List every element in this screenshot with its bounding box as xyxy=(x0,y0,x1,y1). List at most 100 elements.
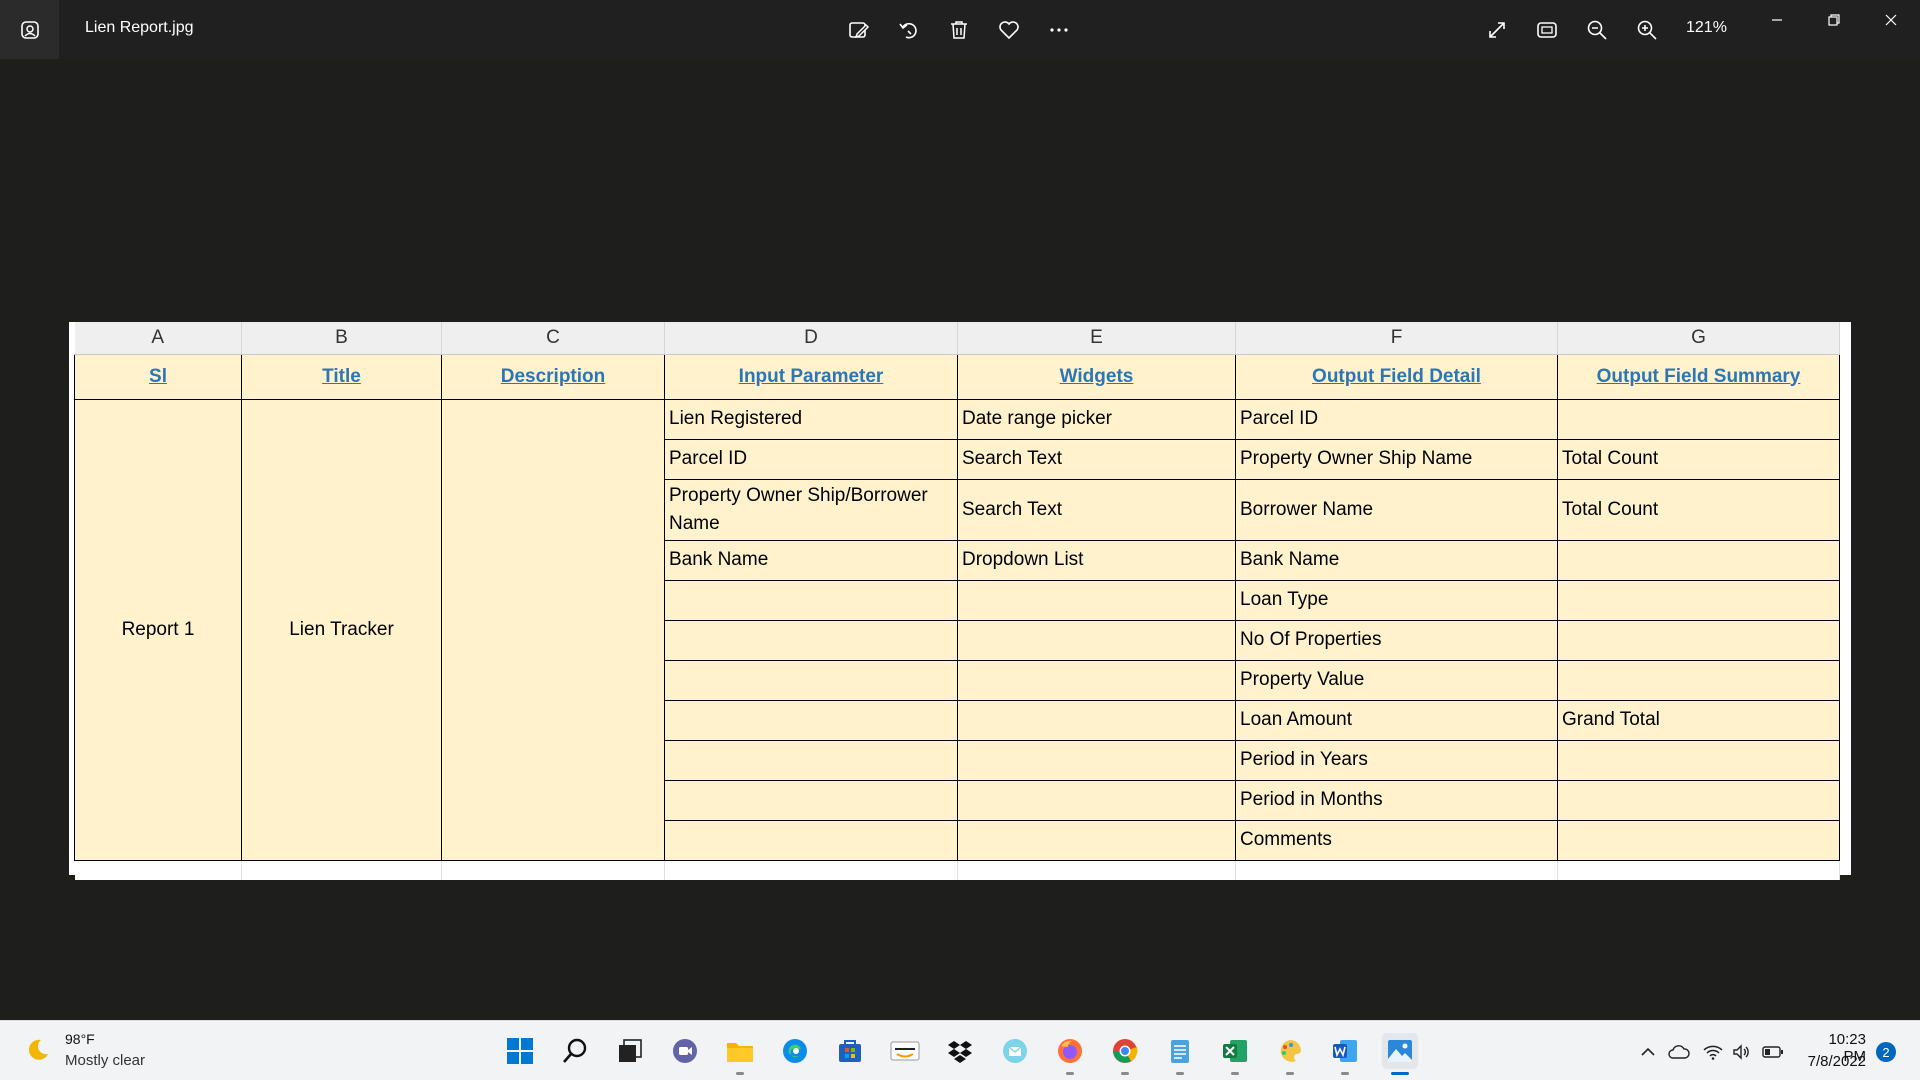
output-cell: Borrower Name xyxy=(1235,478,1558,541)
widget-cell xyxy=(957,819,1236,861)
chevron-up-icon xyxy=(1641,1047,1655,1056)
fit-window-button[interactable] xyxy=(1531,14,1563,46)
widget-cell xyxy=(957,699,1236,741)
running-indicator xyxy=(736,1072,744,1075)
volume-button[interactable] xyxy=(1731,1041,1753,1063)
running-indicator xyxy=(1391,1072,1409,1075)
notepad-button[interactable] xyxy=(1162,1033,1198,1075)
column-letter: E xyxy=(957,322,1236,355)
input-cell xyxy=(664,699,958,741)
zoom-out-button[interactable] xyxy=(1581,14,1613,46)
edge-icon xyxy=(783,1039,807,1063)
zoom-out-icon xyxy=(1587,20,1607,40)
task-view-button[interactable] xyxy=(612,1033,648,1069)
wifi-icon xyxy=(1703,1045,1723,1060)
running-indicator xyxy=(1286,1072,1294,1075)
column-letter: B xyxy=(241,322,442,355)
summary-cell xyxy=(1557,539,1840,581)
dropbox-icon xyxy=(948,1041,972,1063)
header-row: Sl Title Description Input Parameter Wid… xyxy=(74,353,1840,400)
battery-icon xyxy=(1762,1046,1783,1058)
summary-cell xyxy=(1557,779,1840,821)
widget-cell xyxy=(957,739,1236,781)
output-cell: Bank Name xyxy=(1235,539,1558,581)
search-button[interactable] xyxy=(557,1033,593,1069)
summary-cell xyxy=(1557,819,1840,861)
blank-row xyxy=(74,860,1840,880)
firefox-icon xyxy=(1058,1039,1082,1063)
input-cell xyxy=(664,659,958,701)
header-output-field-summary: Output Field Summary xyxy=(1557,353,1840,400)
excel-button[interactable] xyxy=(1217,1033,1253,1075)
running-indicator xyxy=(1231,1072,1239,1075)
moon-icon xyxy=(28,1039,48,1060)
photos-taskbar-icon xyxy=(1388,1040,1412,1062)
rotate-button[interactable] xyxy=(893,14,925,46)
battery-button[interactable] xyxy=(1762,1041,1784,1063)
notification-badge[interactable]: 2 xyxy=(1876,1042,1896,1062)
photos-icon xyxy=(20,20,39,39)
search-icon xyxy=(563,1038,587,1063)
clock-date: 7/8/2022 xyxy=(1807,1053,1866,1070)
photos-app-icon[interactable] xyxy=(0,0,59,59)
summary-cell xyxy=(1557,398,1840,440)
amazon-button[interactable] xyxy=(887,1033,923,1069)
close-button[interactable] xyxy=(1868,4,1914,36)
fullscreen-button[interactable] xyxy=(1481,14,1513,46)
volume-icon xyxy=(1733,1044,1749,1060)
more-button[interactable] xyxy=(1043,14,1075,46)
restore-button[interactable] xyxy=(1811,4,1857,36)
start-icon xyxy=(507,1038,533,1064)
output-cell: Period in Months xyxy=(1235,779,1558,821)
lien-report-table: A B C D E F G Sl Title Description Input… xyxy=(74,322,1840,880)
widget-cell xyxy=(957,579,1236,621)
amazon-icon xyxy=(890,1041,920,1061)
cloud-icon xyxy=(1668,1045,1690,1059)
table-row: Report 1 Lien Tracker Lien Registered Da… xyxy=(74,398,1840,861)
onedrive-button[interactable] xyxy=(1668,1041,1690,1063)
show-hidden-icons-button[interactable] xyxy=(1637,1041,1659,1063)
zoom-in-button[interactable] xyxy=(1631,14,1663,46)
delete-button[interactable] xyxy=(943,14,975,46)
input-cell xyxy=(664,619,958,661)
close-icon xyxy=(1885,14,1897,26)
file-explorer-button[interactable] xyxy=(722,1033,758,1075)
summary-cell: Total Count xyxy=(1557,438,1840,480)
store-button[interactable] xyxy=(832,1033,868,1069)
firefox-button[interactable] xyxy=(1052,1033,1088,1075)
widget-cell: Search Text xyxy=(957,478,1236,541)
chrome-button[interactable] xyxy=(1107,1033,1143,1075)
dropbox-button[interactable] xyxy=(942,1033,978,1069)
teams-chat-button[interactable] xyxy=(667,1033,703,1069)
fit-window-icon xyxy=(1537,22,1557,38)
description-cell xyxy=(441,398,665,861)
word-button[interactable] xyxy=(1327,1033,1363,1075)
delete-icon xyxy=(951,21,967,39)
photos-taskbar-button[interactable] xyxy=(1382,1033,1418,1075)
input-cell xyxy=(664,739,958,781)
favorite-button[interactable] xyxy=(993,14,1025,46)
edit-image-icon xyxy=(849,22,870,39)
excel-icon xyxy=(1223,1040,1247,1062)
image-viewer[interactable]: A B C D E F G Sl Title Description Input… xyxy=(0,59,1920,1020)
widget-cell: Search Text xyxy=(957,438,1236,480)
widget-cell: Date range picker xyxy=(957,398,1236,440)
favorite-icon xyxy=(999,21,1019,40)
output-cell: Period in Years xyxy=(1235,739,1558,781)
edge-button[interactable] xyxy=(777,1033,813,1069)
minimize-button[interactable] xyxy=(1754,4,1800,36)
edit-image-button[interactable] xyxy=(843,14,875,46)
start-button[interactable] xyxy=(502,1033,538,1069)
word-icon xyxy=(1333,1040,1357,1062)
minimize-icon xyxy=(1772,19,1782,21)
zoom-level[interactable]: 121% xyxy=(1686,19,1727,37)
running-indicator xyxy=(1121,1072,1129,1075)
wifi-button[interactable] xyxy=(1702,1041,1724,1063)
input-cell: Property Owner Ship/Borrower Name xyxy=(664,478,958,541)
output-cell: Comments xyxy=(1235,819,1558,861)
header-description: Description xyxy=(441,353,665,400)
mail-button[interactable] xyxy=(997,1033,1033,1069)
zoom-in-icon xyxy=(1637,20,1657,40)
paint-button[interactable] xyxy=(1272,1033,1308,1075)
title-bar: Lien Report.jpg 121% xyxy=(0,0,1920,59)
